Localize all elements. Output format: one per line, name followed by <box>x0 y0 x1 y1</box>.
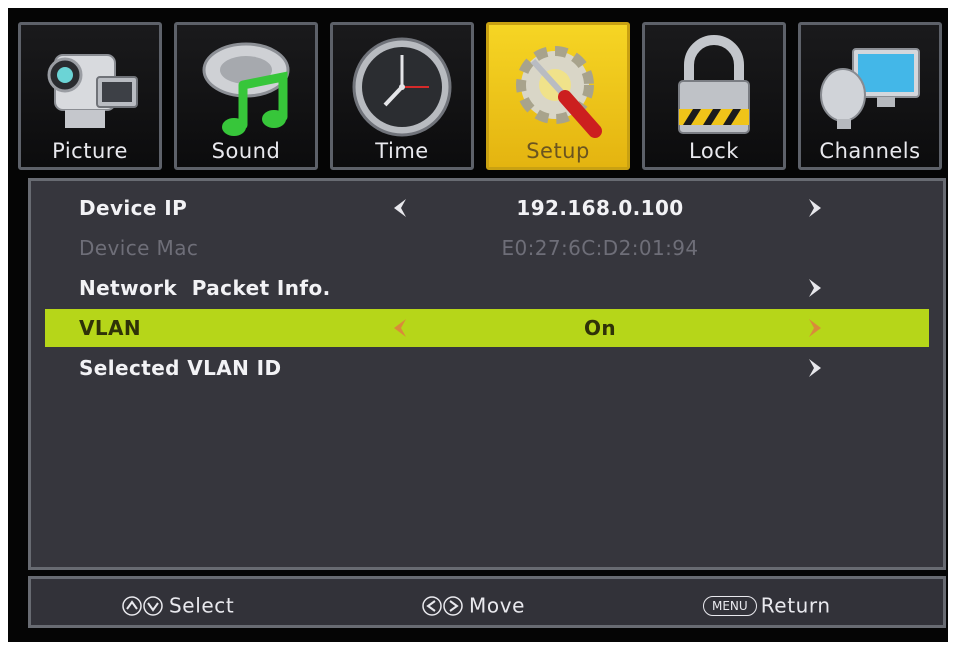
menu-row-value: E0:27:6C:D2:01:94 <box>501 236 699 260</box>
menu-row-network-packet-info[interactable]: Network Packet Info. <box>45 269 929 307</box>
padlock-icon <box>678 35 750 134</box>
help-bar: Select Move MENU Return <box>28 576 946 628</box>
menu-row-label: VLAN <box>79 316 142 340</box>
tab-lock-label: Lock <box>689 139 739 163</box>
arrow-right-icon[interactable] <box>805 317 825 339</box>
setup-menu-panel: Device IP 192.168.0.100 Device Mac E0:27… <box>28 178 946 570</box>
tab-time-label: Time <box>375 139 429 163</box>
tab-picture-label: Picture <box>52 139 128 163</box>
menu-row-device-mac: Device Mac E0:27:6C:D2:01:94 <box>45 229 929 267</box>
arrow-left-icon[interactable] <box>390 317 410 339</box>
arrow-right-icon[interactable] <box>805 277 825 299</box>
hint-return: MENU Return <box>703 591 831 618</box>
arrow-right-icon[interactable] <box>805 197 825 219</box>
hint-move-label: Move <box>469 593 526 618</box>
tab-setup-label: Setup <box>526 139 590 163</box>
menu-row-value: 192.168.0.100 <box>516 196 684 220</box>
menu-row-label: Device IP <box>79 196 188 220</box>
tab-picture[interactable]: Picture <box>18 22 162 170</box>
tab-sound[interactable]: Sound <box>174 22 318 170</box>
menu-row-label: Network Packet Info. <box>79 276 331 300</box>
satellite-dish-icon <box>820 48 920 129</box>
tab-lock[interactable]: Lock <box>642 22 786 170</box>
tab-time[interactable]: Time <box>330 22 474 170</box>
tab-sound-label: Sound <box>211 139 281 163</box>
menu-row-label: Selected VLAN ID <box>79 356 282 380</box>
tab-setup[interactable]: Setup <box>486 22 630 170</box>
menu-row-value: On <box>583 316 617 340</box>
gear-screwdriver-icon <box>516 46 602 138</box>
camcorder-icon <box>47 54 138 128</box>
menu-row-vlan[interactable]: VLAN On <box>45 309 929 347</box>
menu-row-label: Device Mac <box>79 236 199 260</box>
menu-tab-bar: Picture Sound Time Setup Lock Channels <box>18 22 942 172</box>
tab-channels[interactable]: Channels <box>798 22 942 170</box>
arrow-right-icon[interactable] <box>805 357 825 379</box>
hint-select-label: Select <box>169 593 235 618</box>
hint-return-label: Return <box>760 593 831 618</box>
menu-key-icon: MENU <box>703 595 757 616</box>
hint-move: Move <box>421 591 526 618</box>
arrow-left-icon[interactable] <box>390 197 410 219</box>
left-right-keys-icon <box>422 595 463 616</box>
clock-icon <box>352 37 452 137</box>
menu-row-device-ip[interactable]: Device IP 192.168.0.100 <box>45 189 929 227</box>
menu-row-selected-vlan-id[interactable]: Selected VLAN ID <box>45 349 929 387</box>
tab-channels-label: Channels <box>819 139 921 163</box>
music-note-icon <box>202 42 290 136</box>
up-down-keys-icon <box>122 595 163 616</box>
hint-select: Select <box>121 591 235 618</box>
